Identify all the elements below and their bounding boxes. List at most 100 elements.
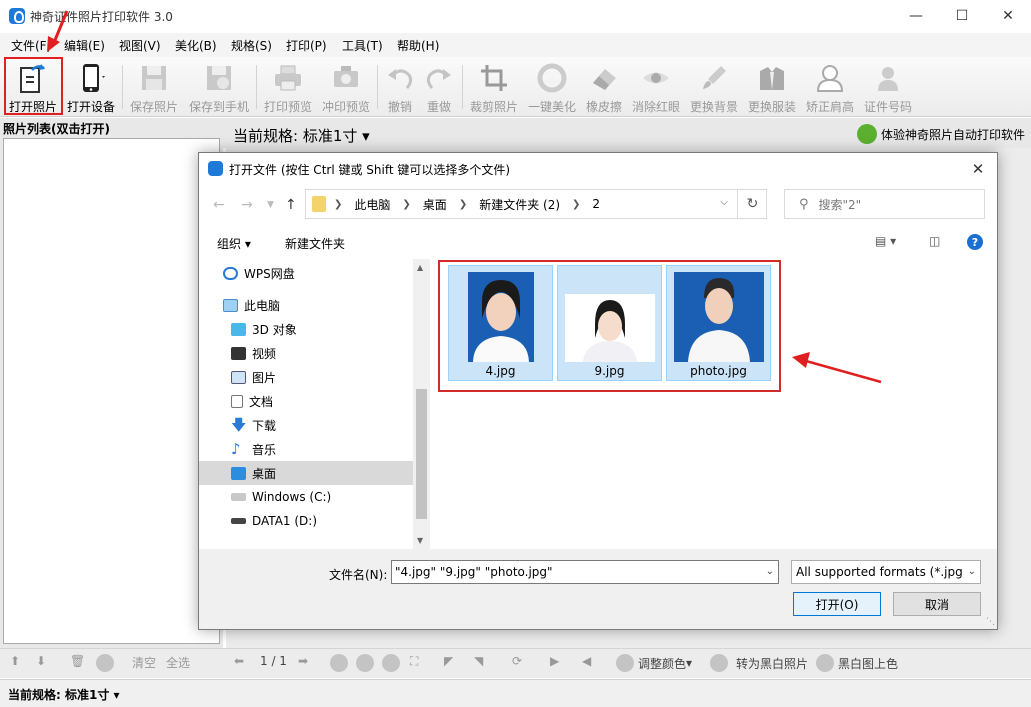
menu-beautify[interactable]: 美化(B) [175,37,217,54]
cancel-button[interactable]: 取消 [893,592,981,616]
crop-button[interactable]: 裁剪照片 [468,59,520,115]
correct-shoulders-button[interactable]: 矫正肩高 [804,59,856,115]
menu-view[interactable]: 视图(V) [119,37,161,54]
close-button[interactable]: ✕ [985,0,1031,32]
rotate-right-icon[interactable]: ◥ [474,654,483,668]
tree-item-drive-d[interactable]: DATA1 (D:) [199,509,413,533]
clear-button[interactable]: 清空 [132,654,156,671]
breadcrumb-current[interactable]: 2 [592,197,600,211]
eraser-icon [587,61,621,94]
window-title: 神奇证件照片打印软件 3.0 [30,10,173,24]
help-icon[interactable]: ? [967,234,983,250]
to-bw-button[interactable]: 转为黑白照片 [710,654,808,672]
save-photo-button[interactable]: 保存照片 [128,59,180,115]
rotate-left-icon[interactable]: ◤ [444,654,453,668]
zoom-fit-icon[interactable] [382,654,400,672]
address-dropdown-icon[interactable]: ⌵ [720,197,728,208]
open-device-button[interactable]: 打开设备 [65,59,117,115]
undo-button[interactable]: 撤销 [382,59,418,115]
bw-colorize-button[interactable]: 黑白图上色 [816,654,898,672]
redo-button[interactable]: 重做 [421,59,457,115]
select-all-button[interactable]: 全选 [166,654,190,671]
preview-pane-icon[interactable]: ◫ [929,234,940,248]
flip-horizontal-icon[interactable]: ▶ [550,654,559,668]
save-to-phone-button[interactable]: 保存到手机 [186,59,252,115]
tree-item-drive-c[interactable]: Windows (C:) [199,485,413,509]
one-click-beautify-button[interactable]: 一键美化 [526,59,578,115]
move-down-icon[interactable]: ⬇ [36,654,46,668]
breadcrumb-new-folder[interactable]: 新建文件夹 (2) [479,196,560,213]
tree-item-documents[interactable]: 文档 [199,389,413,413]
eraser-button[interactable]: 橡皮擦 [582,59,626,115]
menu-print[interactable]: 打印(P) [286,37,327,54]
photo-list[interactable] [3,138,220,644]
tree-item-music[interactable]: ♪ 音乐 [199,437,413,461]
tree-item-3d-objects[interactable]: 3D 对象 [199,317,413,341]
change-clothes-button[interactable]: 更换服装 [746,59,798,115]
auto-print-link[interactable]: 体验神奇照片自动打印软件 [856,123,1025,145]
remove-icon[interactable] [96,654,114,672]
id-number-button[interactable]: 证件号码 [862,59,914,115]
next-page-icon[interactable]: ➡ [298,654,308,668]
tree-item-videos[interactable]: 视频 [199,341,413,365]
toolbar: 打开照片 打开设备 保存照片 保存到手机 打印预览 冲印预览 撤销 重做 裁剪照… [0,57,1031,117]
search-box[interactable]: ⚲ 搜索"2" [784,189,985,219]
open-button[interactable]: 打开(O) [793,592,881,616]
back-arrow-icon[interactable]: ← [213,197,225,213]
minimize-button[interactable]: — [893,0,939,32]
maximize-button[interactable]: ☐ [939,0,985,32]
tree-scrollbar[interactable]: ▲ ▼ [413,259,430,549]
current-spec-selector[interactable]: 当前规格: 标准1寸 ▾ [233,125,370,146]
develop-preview-button[interactable]: 冲印预览 [320,59,372,115]
filename-dropdown-icon[interactable]: ⌄ [766,561,774,583]
command-bar: 组织 ▾ 新建文件夹 ▤ ▾ ◫ ? [199,229,997,257]
zoom-out-icon[interactable] [356,654,374,672]
cloud-icon [223,266,238,280]
menu-spec[interactable]: 规格(S) [231,37,272,54]
remove-red-eye-button[interactable]: 消除红眼 [630,59,682,115]
menu-file[interactable]: 文件(F) [11,37,51,54]
organize-button[interactable]: 组织 ▾ [217,235,251,252]
recent-locations-icon[interactable]: ▼ [267,200,274,210]
prev-page-icon[interactable]: ⬅ [234,654,244,668]
forward-arrow-icon[interactable]: → [241,197,253,213]
tree-item-this-pc[interactable]: 此电脑 [199,293,413,317]
menu-help[interactable]: 帮助(H) [397,37,439,54]
change-background-button[interactable]: 更换背景 [688,59,740,115]
filetype-select[interactable]: All supported formats (*.jpg ⌄ [791,560,981,584]
menu-edit[interactable]: 编辑(E) [64,37,105,54]
zoom-in-icon[interactable] [330,654,348,672]
tree-item-desktop[interactable]: 桌面 [199,461,413,485]
open-file-dialog: 打开文件 (按住 Ctrl 键或 Shift 键可以选择多个文件) ✕ ← → … [198,152,998,630]
move-up-icon[interactable]: ⬆ [10,654,20,668]
tree-item-downloads[interactable]: 🡇 下载 [199,413,413,437]
folder-icon [312,196,326,212]
tree-scrollbar-thumb[interactable] [416,389,427,519]
refresh-icon[interactable]: ⟳ [512,654,522,668]
dialog-close-button[interactable]: ✕ [963,157,993,181]
breadcrumb-this-pc[interactable]: 此电脑 [354,196,390,213]
view-mode-icon[interactable]: ▤ ▾ [875,234,896,248]
menu-tools[interactable]: 工具(T) [342,37,383,54]
delete-photo-icon[interactable]: 🗑 [70,654,85,668]
adjust-color-button[interactable]: 调整颜色 ▾ [616,654,692,672]
breadcrumb-desktop[interactable]: 桌面 [423,196,447,213]
address-bar[interactable]: ❯ 此电脑 ❯ 桌面 ❯ 新建文件夹 (2) ❯ 2 ⌵ [305,189,767,219]
tree-item-wps-cloud[interactable]: WPS网盘 [199,261,413,285]
filetype-dropdown-icon[interactable]: ⌄ [964,561,976,583]
flip-vertical-icon[interactable]: ◀ [582,654,591,668]
fullscreen-icon[interactable]: ⛶ [410,654,418,669]
selected-files-highlight [438,260,781,392]
resize-grip-icon[interactable]: ⋱ [986,617,995,627]
up-arrow-icon[interactable]: ↑ [285,197,297,213]
status-spec[interactable]: 当前规格: 标准1寸 ▾ [8,686,120,703]
refresh-button[interactable]: ↻ [737,189,767,219]
search-input[interactable]: 搜索"2" [819,196,862,213]
shoulders-icon [813,61,847,94]
print-preview-button[interactable]: 打印预览 [262,59,314,115]
tree-item-pictures[interactable]: 图片 [199,365,413,389]
phone-icon [74,61,108,94]
filename-input[interactable]: "4.jpg" "9.jpg" "photo.jpg" ⌄ [391,560,779,584]
new-folder-button[interactable]: 新建文件夹 [285,235,345,252]
dialog-title: 打开文件 (按住 Ctrl 键或 Shift 键可以选择多个文件) [229,163,511,177]
